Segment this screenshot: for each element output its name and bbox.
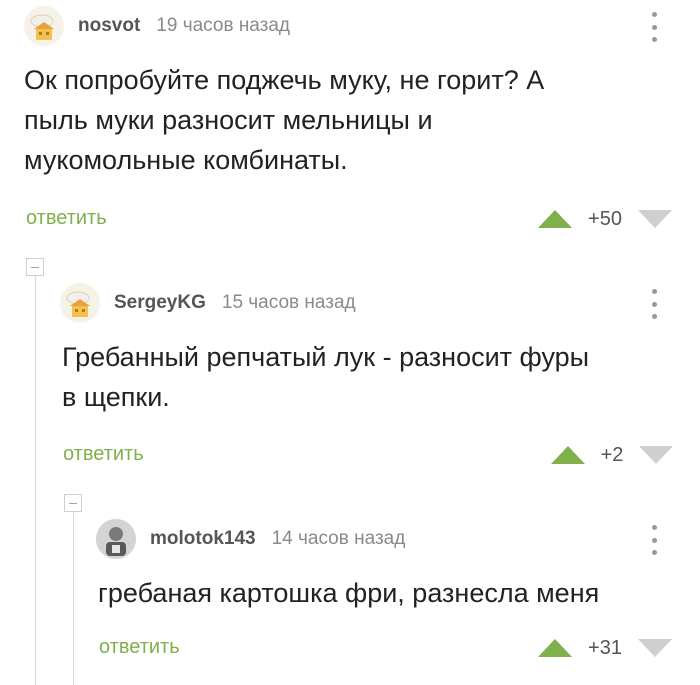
comment-header: nosvot 19 часов назад	[24, 6, 290, 46]
upvote-arrow-icon[interactable]	[551, 446, 585, 464]
vote-controls: +50	[538, 207, 672, 231]
vote-score: +2	[600, 443, 624, 466]
comment-text-line: в щепки.	[62, 382, 170, 412]
collapse-thread-button[interactable]	[64, 494, 82, 512]
comment-text-line: Гребанный репчатый лук - разносит фуры	[62, 342, 590, 372]
downvote-arrow-icon[interactable]	[639, 446, 673, 464]
comment-header: molotok143 14 часов назад	[96, 519, 405, 559]
comments-page: nosvot 19 часов назад Ок попробуйте подж…	[0, 0, 700, 685]
comment-header: SergeyKG 15 часов назад	[60, 283, 356, 323]
collapse-thread-button[interactable]	[26, 258, 44, 276]
comment-text: гребаная картошка фри, разнесла меня	[98, 573, 599, 613]
reply-button[interactable]: ответить	[99, 636, 180, 659]
more-options-icon[interactable]	[650, 12, 658, 42]
downvote-arrow-icon[interactable]	[638, 639, 672, 657]
comment-text-line: гребаная картошка фри, разнесла меня	[98, 578, 600, 608]
downvote-arrow-icon[interactable]	[638, 210, 672, 228]
vote-score: +50	[588, 207, 622, 230]
reply-button[interactable]: ответить	[63, 443, 144, 466]
comment-text-line: мукомольные комбинаты.	[24, 145, 348, 175]
comment-text: Ок попробуйте поджечь муку, не горит? А …	[24, 60, 544, 180]
upvote-arrow-icon[interactable]	[538, 639, 572, 657]
comment-time[interactable]: 14 часов назад	[272, 528, 406, 550]
comment-author[interactable]: SergeyKG	[114, 292, 206, 314]
comment-text-line: Ок попробуйте поджечь муку, не горит? А	[24, 65, 545, 95]
comment-time[interactable]: 19 часов назад	[156, 15, 290, 37]
vote-score: +31	[588, 636, 622, 659]
comment-text-line: пыль муки разносит мельницы и	[24, 105, 433, 135]
upvote-arrow-icon[interactable]	[538, 210, 572, 228]
house-avatar-icon[interactable]	[60, 283, 100, 323]
vote-controls: +31	[538, 636, 672, 660]
more-options-icon[interactable]	[650, 525, 658, 555]
comment-text: Гребанный репчатый лук - разносит фуры в…	[62, 337, 589, 417]
comment-time[interactable]: 15 часов назад	[222, 292, 356, 314]
thread-line	[73, 507, 74, 685]
thread-line	[35, 270, 36, 685]
house-avatar-icon[interactable]	[24, 6, 64, 46]
more-options-icon[interactable]	[650, 289, 658, 319]
reply-button[interactable]: ответить	[26, 207, 107, 230]
comment-author[interactable]: molotok143	[150, 528, 256, 550]
photo-avatar-icon[interactable]	[96, 519, 136, 559]
vote-controls: +2	[551, 443, 673, 467]
comment-author[interactable]: nosvot	[78, 15, 140, 37]
